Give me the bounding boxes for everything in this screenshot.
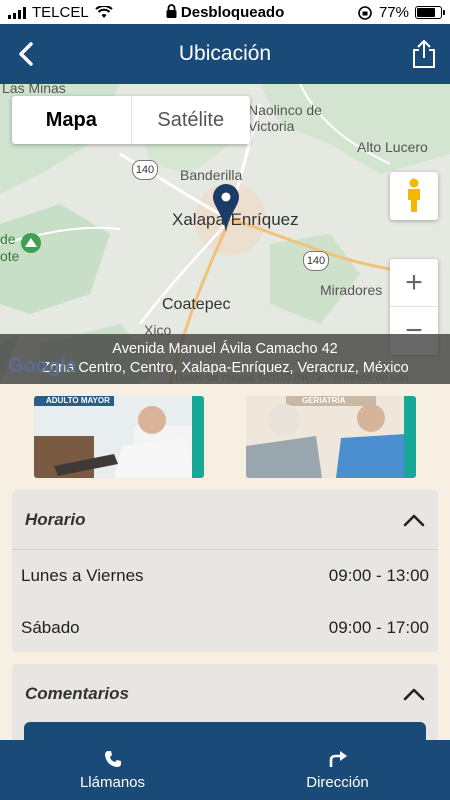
- zoom-in-button[interactable]: +: [390, 259, 438, 307]
- status-bar: TELCEL Desbloqueado 77%: [0, 0, 450, 24]
- status-right: 77%: [357, 4, 445, 21]
- promo-card-image: [246, 396, 416, 478]
- map-attribution[interactable]: Datos de mapas ©2020 INEGI Términos de u…: [175, 372, 409, 384]
- battery-percent: 77%: [378, 4, 409, 21]
- share-button[interactable]: [410, 38, 438, 70]
- schedule-row: Sábado 09:00 - 17:00: [12, 602, 438, 654]
- schedule-day: Sábado: [21, 618, 80, 637]
- map-place-label: de: [0, 231, 16, 247]
- orientation-lock-icon: [358, 5, 372, 20]
- schedule-row: Lunes a Viernes 09:00 - 13:00: [12, 550, 438, 602]
- map-type-toggle: Mapa Satélite: [12, 96, 250, 144]
- call-label: Llámanos: [79, 773, 146, 791]
- directions-button[interactable]: Dirección: [225, 740, 450, 800]
- comentarios-title: Comentarios: [25, 684, 129, 703]
- promo-card-accent: [404, 396, 416, 478]
- road-number-badge: 140: [132, 160, 158, 180]
- park-icon: [21, 233, 41, 253]
- horario-panel: Horario Lunes a Viernes 09:00 - 13:00 Sá…: [12, 490, 438, 652]
- schedule-day: Lunes a Viernes: [21, 566, 144, 585]
- comentarios-header[interactable]: Comentarios: [12, 664, 438, 724]
- promo-card-label: GERIATRÍA: [302, 396, 346, 405]
- chevron-up-icon[interactable]: [403, 687, 425, 701]
- bottom-nav: Llámanos Dirección: [0, 740, 450, 800]
- direction-arrow-icon: [329, 750, 347, 767]
- map-place-label: Miradores: [320, 282, 383, 298]
- battery-fill: [417, 8, 435, 17]
- map-place-label: Las Minas: [2, 84, 66, 96]
- share-icon: [413, 40, 435, 68]
- map-place-label: Banderilla: [180, 167, 243, 183]
- page-title: Ubicación: [178, 42, 272, 65]
- promo-card-image: [34, 396, 204, 478]
- promo-card-geriatria[interactable]: GERIATRÍA: [246, 396, 416, 478]
- map-place-label: Naolinco de Victoria: [248, 102, 322, 134]
- map-place-label: ote: [0, 248, 20, 264]
- promo-cards: ADULTO MAYOR GERIATRÍA: [0, 396, 450, 478]
- map-view[interactable]: Las Minas Naolinco de Victoria Alto Luce…: [0, 84, 450, 384]
- back-button[interactable]: [12, 38, 40, 70]
- pegman-icon: [408, 178, 420, 212]
- promo-card-adulto-mayor[interactable]: ADULTO MAYOR: [34, 396, 204, 478]
- lock-icon: [166, 4, 177, 18]
- street-view-button[interactable]: [390, 172, 438, 220]
- phone-icon: [104, 750, 121, 767]
- map-place-label: Alto Lucero: [357, 139, 428, 155]
- horario-header[interactable]: Horario: [12, 490, 438, 550]
- location-pin-icon: [213, 184, 239, 232]
- app-header: Ubicación: [0, 24, 450, 84]
- road-number-badge: 140: [303, 251, 329, 271]
- direction-label: Dirección: [306, 773, 369, 791]
- chevron-up-icon[interactable]: [403, 513, 425, 527]
- battery-icon: [415, 6, 445, 19]
- map-place-label: Coatepec: [162, 296, 231, 313]
- map-type-option-satellite[interactable]: Satélite: [132, 96, 251, 144]
- google-logo: Google: [8, 355, 77, 377]
- chevron-left-icon: [19, 42, 33, 66]
- lock-text: Desbloqueado: [180, 4, 285, 21]
- call-button[interactable]: Llámanos: [0, 740, 225, 800]
- promo-card-accent: [192, 396, 204, 478]
- schedule-hours: 09:00 - 13:00: [328, 566, 429, 585]
- promo-card-label: ADULTO MAYOR: [46, 396, 110, 405]
- map-type-option-map[interactable]: Mapa: [12, 96, 132, 144]
- schedule-hours: 09:00 - 17:00: [328, 618, 429, 637]
- horario-title: Horario: [25, 509, 86, 529]
